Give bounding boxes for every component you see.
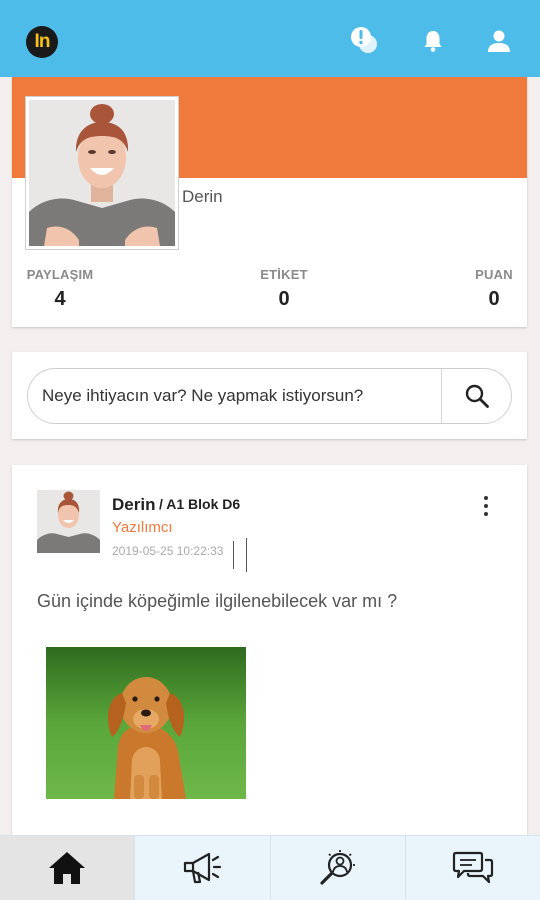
stat-value: 4 (54, 288, 66, 310)
post-date: 2019-05-25 10:22:33 (112, 544, 224, 558)
text-caret (233, 541, 234, 569)
app-logo[interactable]: In (26, 26, 58, 58)
chat-alert-icon[interactable] (349, 26, 379, 56)
post-author-role: Yazılımcı (112, 519, 173, 536)
megaphone-icon (184, 852, 222, 884)
profile-card: Derin PAYLAŞIM 4 ETİKET 0 PUAN 0 (12, 77, 527, 327)
bell-icon[interactable] (418, 26, 448, 56)
search-people-icon (320, 850, 355, 885)
stat-tags: ETİKET 0 (248, 267, 320, 311)
post-text: Gün içinde köpeğimle ilgilenebilecek var… (37, 591, 398, 611)
profile-photo[interactable] (25, 96, 179, 250)
text-caret (246, 538, 247, 572)
search-card (12, 352, 527, 439)
stat-points: PUAN 0 (464, 267, 524, 311)
stat-label: PUAN (475, 267, 513, 282)
logo-text: In (34, 31, 51, 52)
top-bar: In (0, 0, 540, 77)
nav-home[interactable] (0, 836, 136, 900)
user-icon[interactable] (484, 26, 514, 56)
nav-messages[interactable] (406, 836, 540, 900)
post-location: / A1 Blok D6 (159, 496, 241, 512)
nav-announcements[interactable] (135, 836, 271, 900)
post-card: Derin / A1 Blok D6 Yazılımcı 2019-05-25 … (12, 465, 527, 845)
post-author-name[interactable]: Derin (112, 495, 155, 515)
nav-find-people[interactable] (271, 836, 406, 900)
stat-label: ETİKET (260, 267, 308, 282)
search-button[interactable] (442, 369, 512, 423)
post-author-avatar[interactable] (37, 490, 100, 553)
stat-value: 0 (278, 288, 290, 310)
more-options-icon[interactable] (474, 493, 498, 519)
post-image-dog[interactable] (46, 647, 246, 799)
bottom-nav (0, 835, 540, 900)
messages-icon (452, 851, 493, 884)
search-input[interactable] (42, 369, 437, 423)
search-box (27, 368, 512, 424)
stat-value: 0 (488, 288, 500, 310)
stat-posts: PAYLAŞIM 4 (24, 267, 96, 311)
search-icon (465, 384, 489, 408)
stat-label: PAYLAŞIM (26, 267, 94, 282)
profile-name: Derin (182, 187, 223, 206)
home-icon (49, 852, 86, 884)
